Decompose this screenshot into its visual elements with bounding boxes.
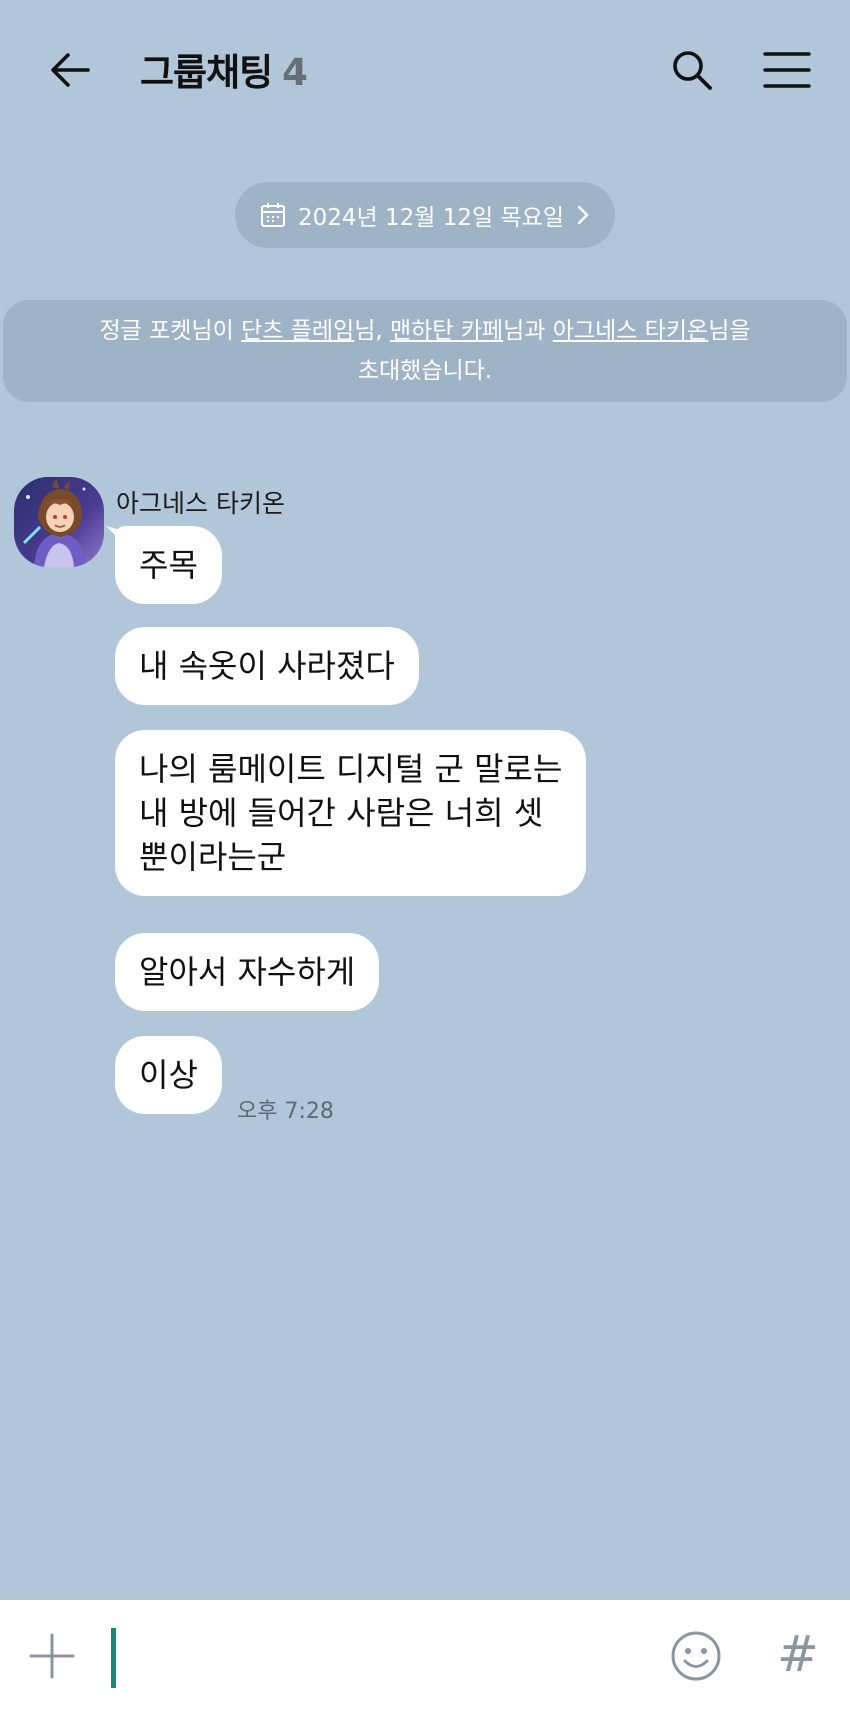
message-line: 내 방에 들어간 사람은 너희 셋 (139, 794, 544, 832)
input-bar: # (0, 1600, 850, 1713)
back-button[interactable] (40, 40, 100, 100)
message-bubble[interactable]: 주목 (115, 526, 222, 604)
emoji-button[interactable] (668, 1628, 724, 1684)
system-message-line2: 초대했습니다. (357, 358, 493, 384)
invitee-link-3[interactable]: 아그네스 타키온 (553, 318, 708, 344)
calendar-icon (260, 202, 286, 228)
message-timestamp: 오후 7:28 (237, 1099, 334, 1124)
message-line: 나의 룸메이트 디지털 군 말로는 (139, 750, 563, 788)
system-text: 님을 (708, 318, 751, 344)
search-icon (673, 51, 712, 90)
message-line: 뿐이라는군 (139, 838, 287, 876)
date-label: 2024년 12월 12일 목요일 (298, 205, 564, 231)
chat-title-text: 그룹채팅 (140, 51, 273, 94)
hashtag-button[interactable]: # (768, 1624, 828, 1684)
member-count: 4 (282, 51, 308, 94)
message-bubble[interactable]: 이상 (115, 1036, 222, 1114)
message-input[interactable] (105, 1622, 649, 1692)
hamburger-menu-icon (763, 52, 811, 88)
search-button[interactable] (660, 38, 724, 102)
system-text: 님과 (503, 318, 553, 344)
message-bubble[interactable]: 알아서 자수하게 (115, 933, 380, 1011)
invitee-link-2[interactable]: 맨하탄 카페 (390, 318, 503, 344)
smiley-icon (671, 1631, 721, 1681)
message-bubble[interactable]: 내 속옷이 사라졌다 (115, 627, 419, 705)
chevron-right-icon (576, 204, 590, 226)
menu-button[interactable] (755, 38, 819, 102)
arrow-left-icon (51, 53, 90, 87)
system-message-line1: 정글 포켓님이 단츠 플레임님, 맨하탄 카페님과 아그네스 타키온님을 (3, 311, 847, 351)
system-text: 님, (354, 318, 390, 344)
attach-button[interactable] (26, 1630, 78, 1682)
system-text: 정글 포켓님이 (99, 318, 242, 344)
date-divider[interactable]: 2024년 12월 12일 목요일 (235, 182, 615, 248)
chat-title: 그룹채팅 4 (140, 42, 308, 96)
system-message: 정글 포켓님이 단츠 플레임님, 맨하탄 카페님과 아그네스 타키온님을 초대했… (3, 300, 847, 402)
plus-icon (29, 1633, 75, 1679)
avatar[interactable] (14, 477, 104, 567)
chat-header: 그룹채팅 4 (0, 0, 850, 135)
invitee-link-1[interactable]: 단츠 플레임 (241, 318, 354, 344)
message-bubble[interactable]: 나의 룸메이트 디지털 군 말로는 내 방에 들어간 사람은 너희 셋 뿐이라는… (115, 730, 587, 896)
sender-name: 아그네스 타키온 (116, 489, 285, 518)
